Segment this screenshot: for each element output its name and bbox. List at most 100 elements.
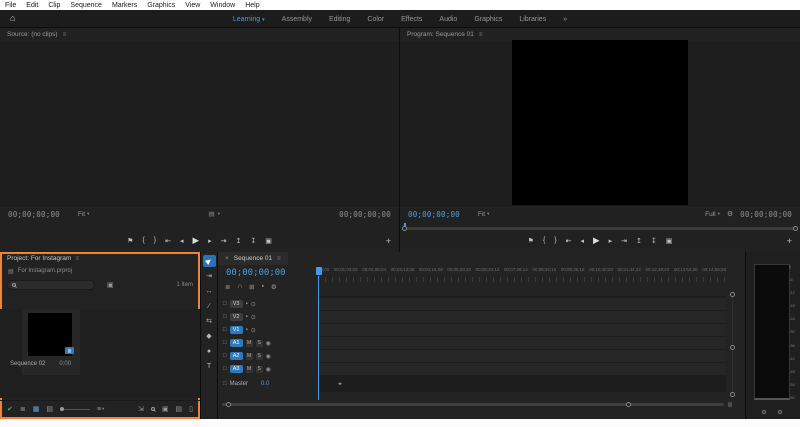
new-bin-button[interactable]: ▣ xyxy=(162,405,169,413)
menu-file[interactable]: File xyxy=(5,2,16,9)
solo-right-channel-button[interactable] xyxy=(778,410,782,414)
lock-icon[interactable]: □ xyxy=(223,314,227,320)
track-badge-a1[interactable]: A1 xyxy=(230,339,243,347)
scrub-handle-right[interactable] xyxy=(793,226,798,231)
mark-in-button[interactable]: { xyxy=(142,237,144,244)
track-badge-a2[interactable]: A2 xyxy=(230,352,243,360)
solo-button[interactable]: S xyxy=(256,353,263,360)
workspace-tab-editing[interactable]: Editing xyxy=(329,16,350,23)
timeline-vertical-scrollbar[interactable] xyxy=(730,292,736,397)
master-level-value[interactable]: 0.0 xyxy=(261,381,269,387)
thumbnail-zoom-slider[interactable] xyxy=(60,409,90,410)
voiceover-mic-icon[interactable]: ◉ xyxy=(266,353,271,360)
delete-button[interactable]: ▯ xyxy=(189,405,193,413)
extract-button[interactable]: ↧ xyxy=(651,237,657,245)
hand-tool[interactable]: ● xyxy=(203,345,216,357)
step-forward-button[interactable]: ▸ xyxy=(208,237,212,245)
solo-button[interactable]: S xyxy=(256,340,263,347)
export-frame-button[interactable]: ▣ xyxy=(666,237,673,245)
workspace-tab-effects[interactable]: Effects xyxy=(401,16,422,23)
audio-meter[interactable] xyxy=(754,264,790,400)
panel-menu-icon[interactable]: ≡ xyxy=(75,256,79,262)
source-settings-icon[interactable]: ▤▾ xyxy=(209,210,220,218)
mute-button[interactable]: M xyxy=(246,366,253,373)
lock-icon[interactable]: □ xyxy=(223,381,227,387)
program-current-timecode[interactable]: 00;00;00;00 xyxy=(408,210,460,219)
list-view-button[interactable]: ≣ xyxy=(20,405,26,413)
track-badge-v2[interactable]: V2 xyxy=(230,313,243,321)
button-editor-plus[interactable]: + xyxy=(787,236,792,246)
track-lane-a1[interactable] xyxy=(318,337,726,349)
lock-icon[interactable]: □ xyxy=(223,327,227,333)
type-tool[interactable]: T xyxy=(203,360,216,372)
track-badge-a3[interactable]: A3 xyxy=(230,365,243,373)
panel-menu-icon[interactable]: ≡ xyxy=(479,32,483,38)
workspace-tab-libraries[interactable]: Libraries xyxy=(519,16,546,23)
program-scrub-bar[interactable] xyxy=(402,223,798,231)
project-writable-icon[interactable]: ✔ xyxy=(7,405,13,413)
track-output-eye-icon[interactable]: ⊙ xyxy=(251,301,256,308)
bin-filter-icon[interactable]: ▣ xyxy=(107,281,114,289)
play-button[interactable]: ▶ xyxy=(193,235,200,246)
voiceover-mic-icon[interactable]: ◉ xyxy=(266,340,271,347)
menu-window[interactable]: Window xyxy=(210,2,235,9)
playhead-handle[interactable] xyxy=(316,267,322,275)
source-zoom-select[interactable]: Fit▾ xyxy=(78,211,90,218)
lock-icon[interactable]: □ xyxy=(223,301,227,307)
icon-view-button[interactable]: ▦ xyxy=(33,405,40,413)
linked-selection-icon[interactable]: ⊞ xyxy=(249,283,254,291)
sync-lock-icon[interactable]: ▪ xyxy=(246,301,248,307)
scroll-handle[interactable] xyxy=(730,345,735,350)
sequence-thumbnail[interactable]: ▥ xyxy=(28,313,72,356)
zoom-handle-left[interactable] xyxy=(226,402,231,407)
step-back-button[interactable]: ◂ xyxy=(581,237,585,245)
export-frame-button[interactable]: ▣ xyxy=(265,237,272,245)
go-to-in-button[interactable]: ⇤ xyxy=(165,237,171,245)
add-marker-button[interactable]: ⚑ xyxy=(528,237,534,245)
lock-icon[interactable]: □ xyxy=(223,340,227,346)
go-to-out-button[interactable]: ⇥ xyxy=(621,237,627,245)
overwrite-button[interactable]: ↧ xyxy=(250,237,256,245)
mute-button[interactable]: M xyxy=(246,340,253,347)
menu-view[interactable]: View xyxy=(185,2,200,9)
lift-button[interactable]: ↥ xyxy=(636,237,642,245)
snap-icon[interactable]: ∩ xyxy=(237,283,242,291)
timeline-timecode[interactable]: 00;00;00;00 xyxy=(226,268,286,278)
track-lane-v2[interactable] xyxy=(318,311,726,323)
step-back-button[interactable]: ◂ xyxy=(180,237,184,245)
add-marker-icon[interactable]: ▪ xyxy=(262,283,264,291)
scroll-handle[interactable] xyxy=(730,392,735,397)
timeline-horizontal-scrollbar[interactable] xyxy=(222,402,732,407)
scrub-handle-left[interactable] xyxy=(402,226,407,231)
panel-menu-icon[interactable]: ≡ xyxy=(277,256,281,262)
menu-help[interactable]: Help xyxy=(245,2,259,9)
razor-tool[interactable]: ∕ xyxy=(203,300,216,312)
project-panel-tab[interactable]: Project: For Instagram ≡ xyxy=(0,252,200,265)
workspace-tab-assembly[interactable]: Assembly xyxy=(282,16,312,23)
zoom-handle-right[interactable] xyxy=(626,402,631,407)
track-lane-v3[interactable] xyxy=(318,298,726,310)
lock-icon[interactable]: □ xyxy=(223,366,227,372)
slip-tool[interactable]: ⇆ xyxy=(203,315,216,327)
scroll-handle[interactable] xyxy=(730,292,735,297)
track-select-forward-tool[interactable]: ⇥ xyxy=(203,270,216,282)
add-marker-button[interactable]: ⚑ xyxy=(127,237,133,245)
automate-to-sequence-button[interactable]: ⇲ xyxy=(138,405,144,413)
timeline-ruler[interactable]: 00;00 00;01;04;02 00;02;08;04 00;03;12;0… xyxy=(318,267,726,275)
solo-left-channel-button[interactable] xyxy=(762,410,766,414)
mute-button[interactable]: M xyxy=(246,353,253,360)
lock-icon[interactable]: □ xyxy=(223,353,227,359)
menu-graphics[interactable]: Graphics xyxy=(147,2,175,9)
menu-edit[interactable]: Edit xyxy=(26,2,38,9)
freeform-view-button[interactable]: ▤ xyxy=(46,405,53,413)
keyframe-toggle-icon[interactable]: ◂▸ xyxy=(338,381,341,387)
sort-icons-button[interactable]: ≡▾ xyxy=(97,406,104,413)
selection-tool[interactable]: ▶ xyxy=(203,255,216,267)
track-badge-v3[interactable]: V3 xyxy=(230,300,243,308)
find-button[interactable] xyxy=(151,406,155,413)
close-icon[interactable]: × xyxy=(225,255,229,262)
go-to-out-button[interactable]: ⇥ xyxy=(221,237,227,245)
project-item-row[interactable]: Sequence 02 0;00 xyxy=(10,361,100,367)
sync-lock-icon[interactable]: ▪ xyxy=(246,327,248,333)
insert-button[interactable]: ↥ xyxy=(235,237,241,245)
